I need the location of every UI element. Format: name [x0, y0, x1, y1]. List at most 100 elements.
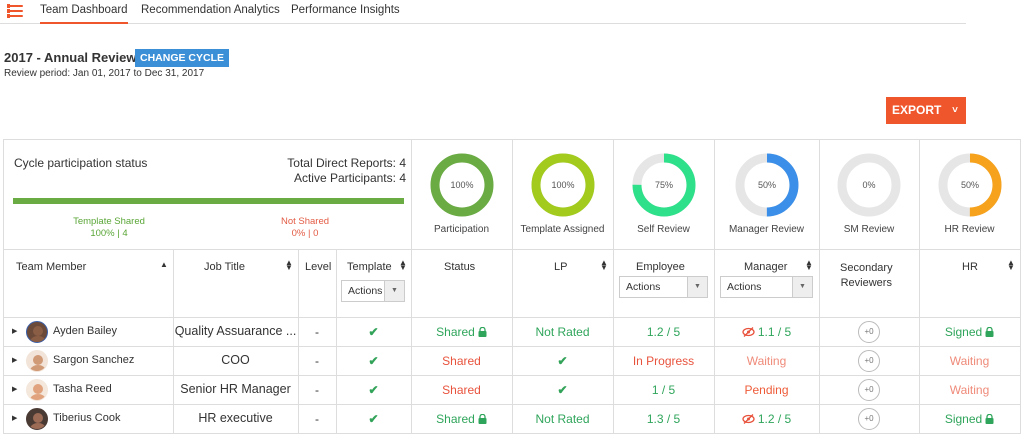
- header-template[interactable]: Template: [347, 261, 392, 273]
- sort-icon[interactable]: ▲ ▼: [1007, 259, 1015, 272]
- expand-row-icon[interactable]: ▶: [12, 385, 17, 393]
- template-check-icon: ✔: [368, 354, 379, 368]
- donut-percent-text: 100%: [551, 180, 574, 190]
- sort-icon[interactable]: ▲ ▼: [285, 259, 293, 272]
- status-value: Shared: [442, 383, 481, 397]
- lp-check-icon: ✔: [557, 354, 568, 368]
- actions-label: Actions: [727, 281, 762, 293]
- manager-review-value[interactable]: Waiting: [714, 354, 819, 368]
- tab-team-dashboard[interactable]: Team Dashboard: [40, 4, 128, 24]
- not-shared-value: 0% | 0: [291, 228, 319, 239]
- secondary-reviewers-badge[interactable]: +0: [858, 379, 880, 401]
- eye-hidden-icon: [742, 325, 758, 339]
- secondary-reviewers-badge[interactable]: +0: [858, 350, 880, 372]
- caret-down-icon: ▼: [792, 277, 812, 297]
- donut-percent-text: 50%: [960, 180, 978, 190]
- donut-participation: 100%: [429, 152, 495, 218]
- hr-review-value[interactable]: Signed: [919, 412, 1020, 426]
- expand-row-icon[interactable]: ▶: [12, 327, 17, 335]
- donut-template-assigned: 100%: [530, 152, 596, 218]
- top-navigation: Team Dashboard Recommendation Analytics …: [0, 0, 966, 24]
- template-check-icon: ✔: [368, 412, 379, 426]
- hr-review-value[interactable]: Signed: [919, 325, 1020, 339]
- header-job-title[interactable]: Job Title: [204, 261, 245, 273]
- job-title: Senior HR Manager: [180, 382, 291, 396]
- employee-review-value[interactable]: 1.2 / 5: [613, 325, 714, 339]
- level-value: -: [315, 412, 319, 426]
- tab-performance-insights[interactable]: Performance Insights: [291, 4, 400, 24]
- secondary-reviewers-badge[interactable]: +0: [858, 408, 880, 430]
- export-button[interactable]: EXPORT ˅: [886, 97, 966, 124]
- template-shared-label: Template Shared: [73, 216, 145, 227]
- actions-label: Actions: [626, 281, 661, 293]
- hr-review-value[interactable]: Waiting: [919, 354, 1020, 368]
- employee-review-value[interactable]: 1.3 / 5: [613, 412, 714, 426]
- sort-icon[interactable]: ▲ ▼: [399, 259, 407, 272]
- level-value: -: [315, 354, 319, 368]
- manager-review-value[interactable]: 1.2 / 5: [714, 412, 819, 426]
- header-employee: Employee: [636, 261, 685, 273]
- donut-label: Participation: [433, 224, 490, 235]
- avatar: [26, 379, 48, 401]
- template-shared-legend: Template Shared 100% | 4: [44, 216, 174, 240]
- donut-self-review: 75%: [631, 152, 697, 218]
- status-value: Shared: [442, 354, 481, 368]
- status-value: Shared: [411, 325, 512, 339]
- template-shared-value: 100% | 4: [90, 228, 128, 239]
- lock-icon: [475, 325, 487, 339]
- template-actions-select[interactable]: Actions ▼: [341, 280, 405, 302]
- lp-check-icon: ✔: [557, 383, 568, 397]
- employee-name[interactable]: Tasha Reed: [53, 383, 112, 395]
- donut-hr-review: 50%: [937, 152, 1003, 218]
- job-title: HR executive: [198, 411, 273, 425]
- header-secondary-line2: Reviewers: [840, 277, 892, 289]
- manager-actions-select[interactable]: Actions ▼: [720, 276, 813, 298]
- manager-review-value[interactable]: Pending: [714, 383, 819, 397]
- tab-recommendation-analytics[interactable]: Recommendation Analytics: [141, 4, 280, 24]
- lock-icon: [982, 325, 994, 339]
- header-status: Status: [444, 261, 476, 273]
- sort-icon[interactable]: ▲ ▼: [805, 259, 813, 272]
- review-period: Review period: Jan 01, 2017 to Dec 31, 2…: [4, 68, 205, 79]
- donut-manager-review: 50%: [734, 152, 800, 218]
- sort-icon[interactable]: ▲ ▼: [600, 259, 608, 272]
- job-title: COO: [221, 353, 250, 367]
- cycle-participation-label: Cycle participation status: [14, 156, 148, 170]
- employee-name[interactable]: Sargon Sanchez: [53, 354, 134, 366]
- export-label: EXPORT: [892, 103, 942, 117]
- employee-name[interactable]: Ayden Bailey: [53, 325, 117, 337]
- hr-review-value[interactable]: Waiting: [919, 383, 1020, 397]
- secondary-reviewers-badge[interactable]: +0: [858, 321, 880, 343]
- employee-actions-select[interactable]: Actions ▼: [619, 276, 708, 298]
- expand-row-icon[interactable]: ▶: [12, 356, 17, 364]
- manager-review-value[interactable]: 1.1 / 5: [714, 325, 819, 339]
- header-team-member[interactable]: Team Member: [16, 261, 86, 273]
- employee-review-value[interactable]: In Progress: [613, 354, 714, 368]
- lock-icon: [475, 412, 487, 426]
- header-hr[interactable]: HR: [962, 261, 978, 273]
- not-shared-legend: Not Shared 0% | 0: [250, 216, 360, 240]
- level-value: -: [315, 325, 319, 339]
- donut-label: HR Review: [944, 224, 995, 235]
- donut-label: Self Review: [637, 224, 690, 235]
- donut-sm-review: 0%: [836, 152, 902, 218]
- donut-percent-text: 75%: [654, 180, 672, 190]
- not-shared-label: Not Shared: [280, 216, 330, 227]
- donut-percent-text: 50%: [757, 180, 775, 190]
- change-cycle-button[interactable]: CHANGE CYCLE: [135, 49, 230, 67]
- header-manager[interactable]: Manager: [744, 261, 787, 273]
- sort-up-icon[interactable]: ▲: [160, 261, 168, 269]
- menu-list-icon[interactable]: [7, 4, 23, 18]
- header-lp[interactable]: LP: [554, 261, 567, 273]
- level-value: -: [315, 383, 319, 397]
- active-participants: Active Participants: 4: [293, 171, 406, 185]
- header-level: Level: [305, 261, 332, 273]
- status-value: Shared: [411, 412, 512, 426]
- donut-percent-text: 0%: [862, 180, 875, 190]
- employee-name[interactable]: Tiberius Cook: [53, 412, 120, 424]
- cycle-title: 2017 - Annual Review: [4, 50, 137, 65]
- donut-percent-text: 100%: [450, 180, 473, 190]
- expand-row-icon[interactable]: ▶: [12, 414, 17, 422]
- employee-review-value[interactable]: 1 / 5: [613, 383, 714, 397]
- donut-label: Template Assigned: [520, 224, 605, 235]
